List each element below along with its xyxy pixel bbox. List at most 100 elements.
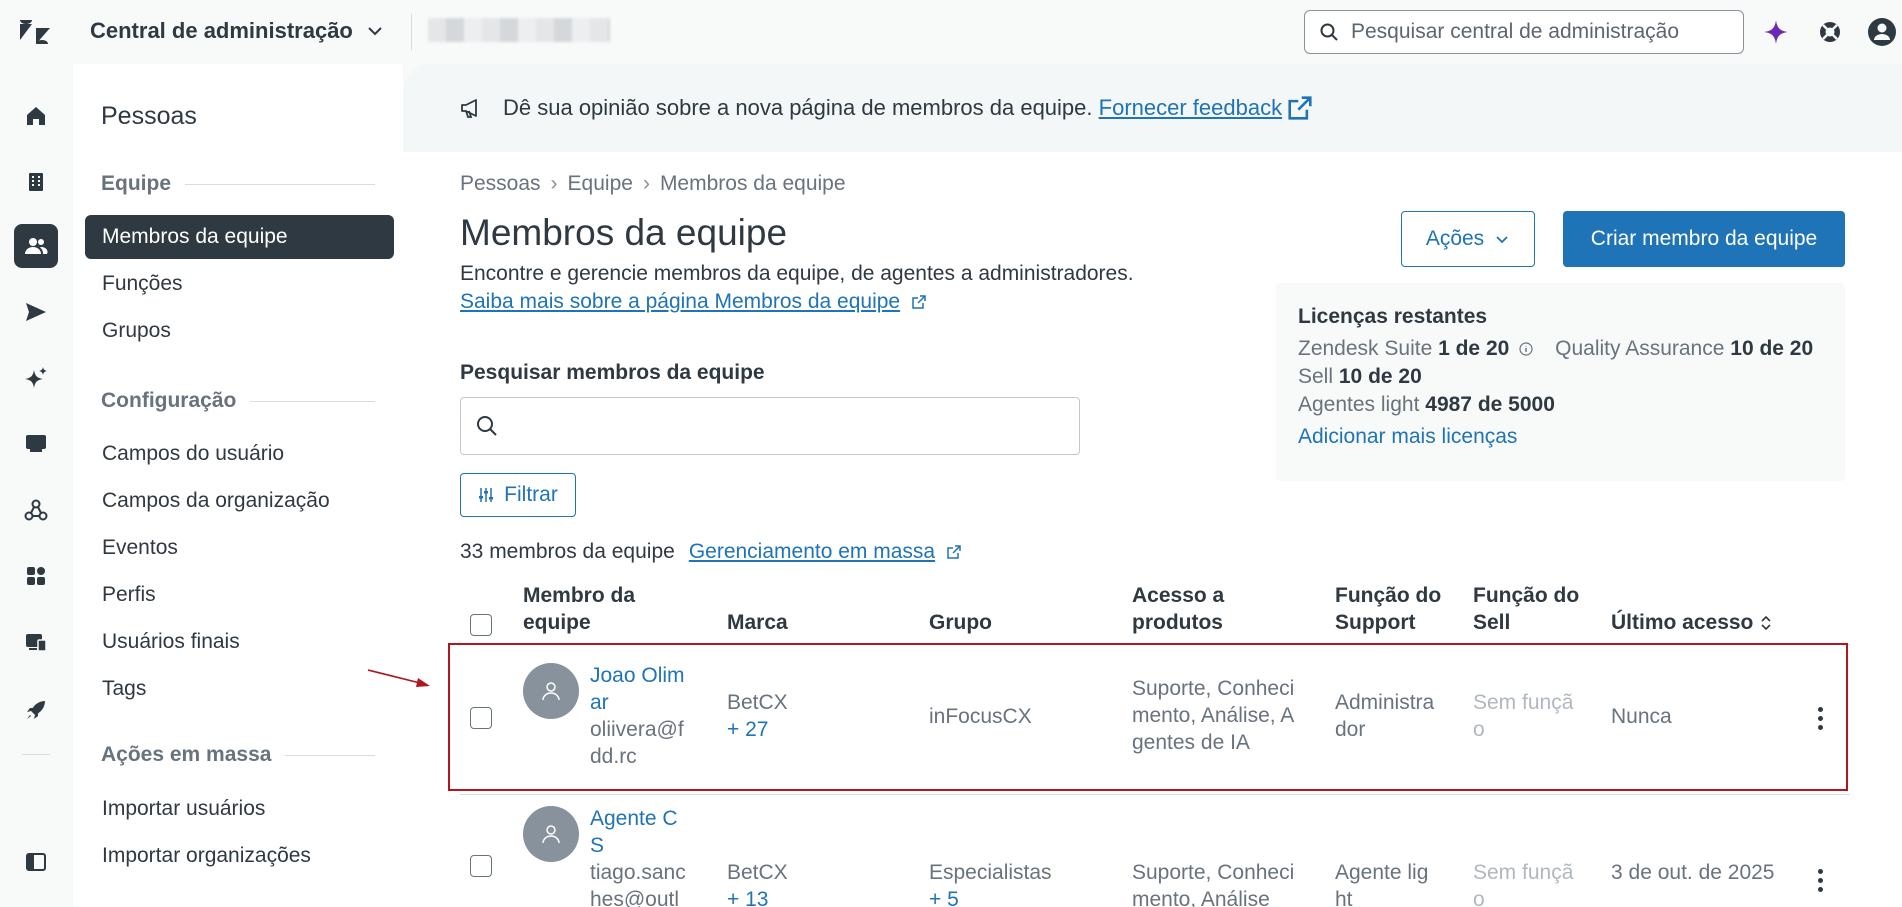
rocket-icon[interactable]: [14, 688, 58, 732]
brand-value: BetCX: [727, 861, 788, 884]
admin-search-input[interactable]: [1351, 20, 1731, 44]
license-label: Quality Assurance: [1555, 337, 1725, 360]
top-bar: Central de administração: [0, 0, 1902, 64]
bulk-management-link[interactable]: Gerenciamento em massa: [689, 540, 935, 563]
admin-search-box[interactable]: [1304, 10, 1744, 54]
column-group[interactable]: Grupo: [929, 609, 992, 636]
add-licenses-link[interactable]: Adicionar mais licenças: [1298, 423, 1823, 451]
license-label: Agentes light: [1298, 393, 1420, 416]
group-cell: Especialistas + 5: [929, 859, 1052, 907]
nav-item-team-members[interactable]: Membros da equipe: [85, 215, 394, 259]
table-row[interactable]: Joao Olim ar oliivera@f dd.rc BetCX + 27 i…: [460, 645, 1850, 795]
actions-button[interactable]: Ações: [1401, 211, 1535, 267]
row-checkbox[interactable]: [470, 855, 492, 877]
column-product-access[interactable]: Acesso a produtos: [1132, 582, 1224, 636]
blurred-account-name: [428, 18, 610, 42]
people-icon[interactable]: [14, 224, 58, 268]
zendesk-logo-icon[interactable]: [20, 20, 52, 44]
chevron-right-icon: ›: [642, 172, 650, 195]
brand-value: BetCX: [727, 691, 788, 714]
select-all-checkbox[interactable]: [470, 614, 492, 636]
send-icon[interactable]: [14, 290, 58, 334]
member-search-box[interactable]: [460, 397, 1080, 455]
building-icon[interactable]: [14, 160, 58, 204]
filter-button[interactable]: Filtrar: [460, 473, 576, 517]
license-quality-assurance: Quality Assurance 10 de 20: [1555, 335, 1813, 363]
sparkles-icon[interactable]: [14, 356, 58, 400]
support-role-cell: Administra dor: [1335, 691, 1435, 741]
megaphone-icon: [461, 99, 477, 118]
apps-icon[interactable]: [14, 554, 58, 598]
nav-item-user-fields[interactable]: Campos do usuário: [85, 432, 394, 476]
table-row[interactable]: Agente CS tiago.sanc hes@outl BetCX + 13 …: [460, 795, 1850, 907]
column-label: Membro da: [523, 584, 636, 607]
sidebar-toggle-icon[interactable]: [14, 840, 58, 884]
user-profile-icon[interactable]: [1866, 16, 1898, 48]
chevron-down-icon: [1496, 236, 1508, 244]
nav-item-groups[interactable]: Grupos: [85, 309, 394, 353]
nav-item-roles[interactable]: Funções: [85, 262, 394, 306]
row-checkbox[interactable]: [470, 707, 492, 729]
product-switcher[interactable]: Central de administração: [90, 18, 385, 44]
feedback-link[interactable]: Fornecer feedback: [1099, 95, 1282, 121]
column-member[interactable]: Membro da equipe: [523, 582, 635, 636]
column-support-role[interactable]: Função do Support: [1335, 582, 1441, 636]
workspaces-icon[interactable]: [14, 620, 58, 664]
brand-cell: BetCX + 27: [727, 689, 788, 743]
home-icon[interactable]: [14, 94, 58, 138]
member-name[interactable]: Agente CS: [590, 805, 686, 859]
column-sell-role[interactable]: Função do Sell: [1473, 582, 1579, 636]
info-icon[interactable]: [1519, 342, 1533, 357]
sort-icon: [1761, 615, 1771, 630]
group-value: Especialistas: [929, 861, 1052, 884]
create-team-member-button[interactable]: Criar membro da equipe: [1563, 211, 1845, 267]
license-value: 4987 de 5000: [1425, 393, 1555, 416]
member-search-label: Pesquisar membros da equipe: [460, 361, 765, 384]
column-last-access[interactable]: Último acesso: [1611, 609, 1773, 636]
nav-item-profiles[interactable]: Perfis: [85, 573, 394, 617]
nav-item-import-organizations[interactable]: Importar organizações: [85, 834, 394, 878]
filter-icon: [479, 488, 494, 502]
objects-icon[interactable]: [14, 488, 58, 532]
nav-item-organization-fields[interactable]: Campos da organização: [85, 479, 394, 523]
column-label: Último acesso: [1611, 611, 1754, 634]
access-cell: Suporte, Conheci mento, Análise: [1132, 861, 1295, 907]
license-sell: Sell 10 de 20: [1298, 363, 1823, 391]
product-rail: [0, 64, 73, 907]
help-icon[interactable]: [1814, 16, 1846, 48]
column-label: Função do: [1473, 584, 1580, 607]
column-label: produtos: [1132, 611, 1223, 634]
nav-item-events[interactable]: Eventos: [85, 526, 394, 570]
group-cell: inFocusCX: [929, 705, 1032, 728]
section-heading-bulk-actions: Ações em massa: [101, 743, 375, 767]
brand-more-link[interactable]: + 27: [727, 716, 788, 743]
member-name[interactable]: Joao Olim ar: [590, 662, 685, 716]
column-brand[interactable]: Marca: [727, 609, 788, 636]
chat-icon[interactable]: [14, 422, 58, 466]
license-value: 10 de 20: [1338, 365, 1422, 388]
section-heading-configuration: Configuração: [101, 389, 375, 413]
filter-button-label: Filtrar: [504, 483, 558, 506]
rail-divider: [22, 754, 50, 755]
external-link-icon: [1288, 96, 1312, 120]
nav-item-end-users[interactable]: Usuários finais: [85, 620, 394, 664]
table-header: Membro da equipe Marca Grupo Acesso a pr…: [460, 579, 1850, 645]
group-more-link[interactable]: + 5: [929, 886, 1052, 907]
ai-sparkle-icon[interactable]: [1760, 16, 1792, 48]
learn-more-link[interactable]: Saiba mais sobre a página Membros da equ…: [460, 290, 900, 313]
page-title: Membros da equipe: [460, 212, 788, 253]
nav-item-import-users[interactable]: Importar usuários: [85, 787, 394, 831]
product-title: Central de administração: [90, 18, 353, 43]
breadcrumb-team[interactable]: Equipe: [568, 172, 633, 196]
search-icon: [1320, 23, 1338, 41]
breadcrumb-current: Membros da equipe: [659, 172, 846, 195]
top-divider: [411, 14, 412, 50]
user-icon: [542, 682, 560, 701]
license-zendesk-suite: Zendesk Suite 1 de 20: [1298, 335, 1533, 363]
nav-item-tags[interactable]: Tags: [85, 667, 394, 711]
search-icon: [477, 416, 497, 436]
brand-more-link[interactable]: + 13: [727, 886, 788, 907]
breadcrumb-people[interactable]: Pessoas: [460, 172, 541, 196]
more-vertical-icon[interactable]: [1810, 865, 1830, 895]
more-vertical-icon[interactable]: [1810, 703, 1830, 733]
